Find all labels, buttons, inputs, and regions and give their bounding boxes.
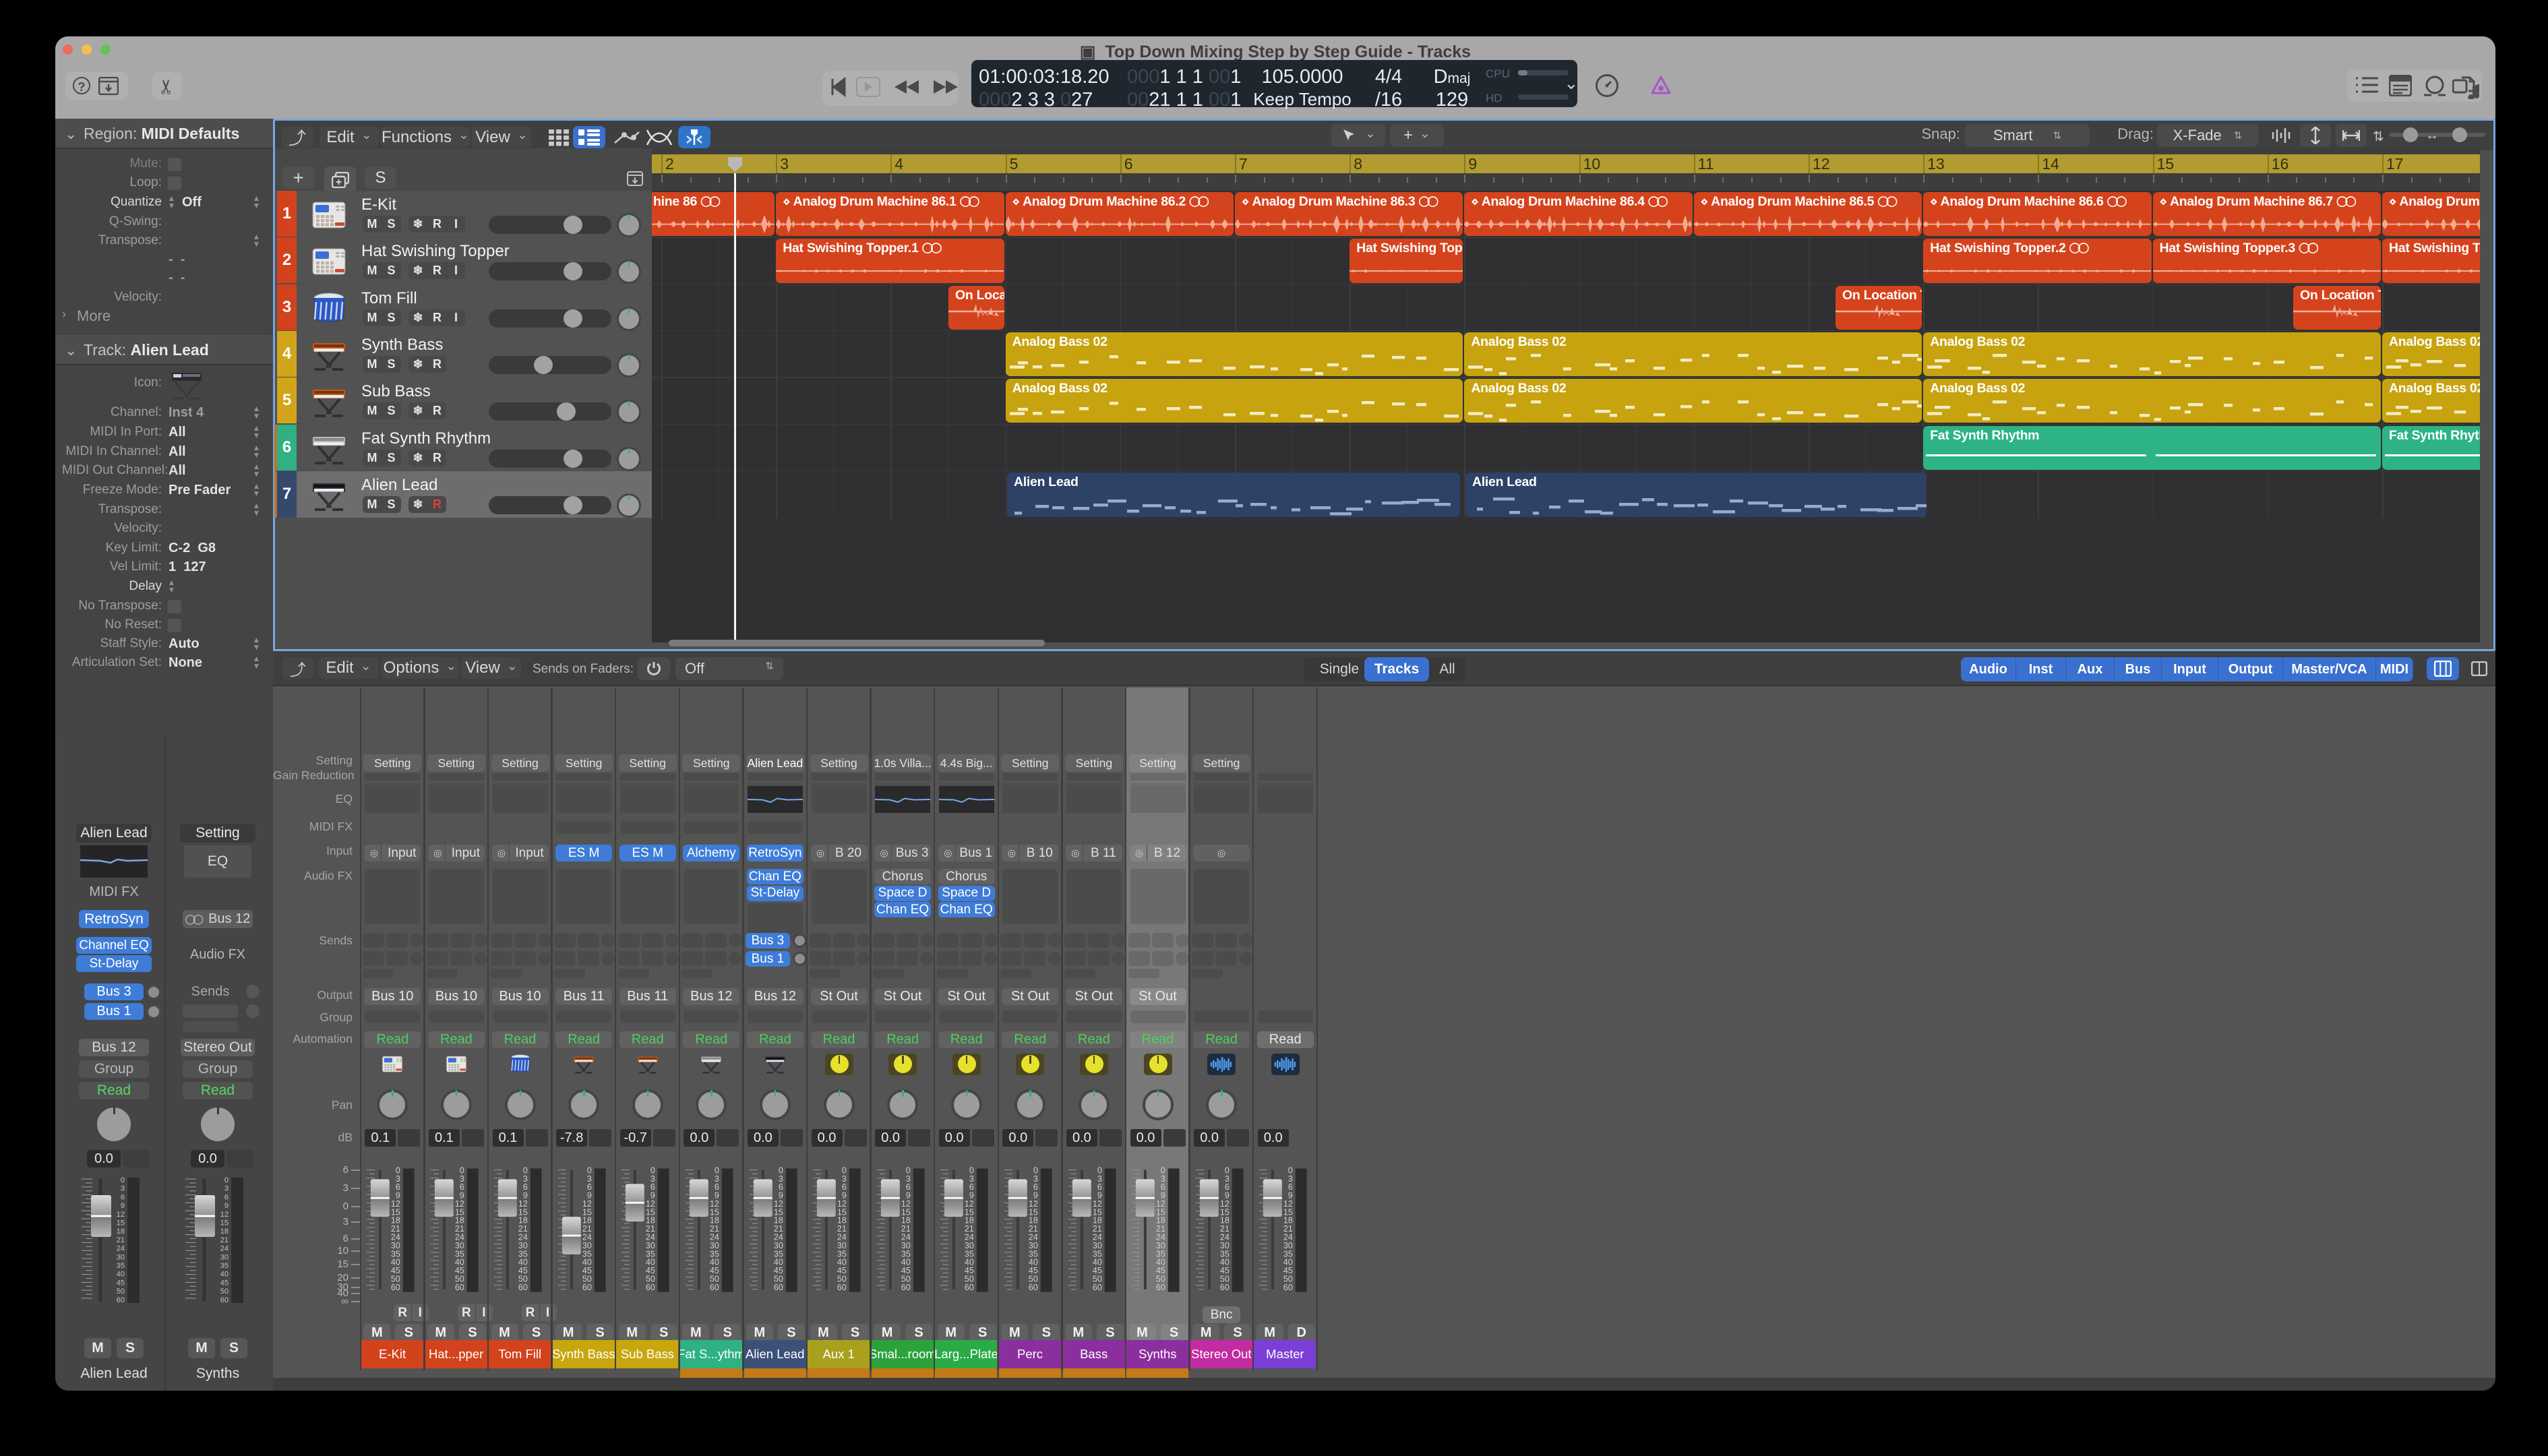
svg-text:15: 15 xyxy=(220,1219,229,1227)
svg-text:35: 35 xyxy=(117,1262,125,1270)
svg-text:18: 18 xyxy=(220,1227,229,1236)
svg-text:9: 9 xyxy=(224,1202,229,1210)
svg-text:60: 60 xyxy=(1283,1283,1293,1292)
svg-text:21: 21 xyxy=(220,1236,229,1244)
svg-text:45: 45 xyxy=(220,1279,229,1287)
svg-text:60: 60 xyxy=(965,1283,974,1292)
svg-text:60: 60 xyxy=(1220,1283,1230,1292)
svg-text:60: 60 xyxy=(518,1283,528,1292)
svg-text:60: 60 xyxy=(901,1283,911,1292)
svg-text:0: 0 xyxy=(224,1176,229,1184)
svg-text:60: 60 xyxy=(1093,1283,1102,1292)
svg-text:12: 12 xyxy=(117,1211,125,1219)
svg-text:60: 60 xyxy=(117,1296,125,1304)
svg-text:21: 21 xyxy=(117,1236,125,1244)
svg-text:18: 18 xyxy=(117,1227,125,1236)
svg-text:60: 60 xyxy=(1029,1283,1038,1292)
svg-text:3: 3 xyxy=(224,1185,229,1193)
svg-text:6: 6 xyxy=(121,1193,125,1201)
svg-text:60: 60 xyxy=(837,1283,847,1292)
svg-text:60: 60 xyxy=(391,1283,400,1292)
svg-text:50: 50 xyxy=(117,1287,125,1296)
svg-text:24: 24 xyxy=(117,1245,125,1253)
svg-text:40: 40 xyxy=(117,1271,125,1279)
svg-text:45: 45 xyxy=(117,1279,125,1287)
svg-text:35: 35 xyxy=(220,1262,229,1270)
svg-text:60: 60 xyxy=(710,1283,719,1292)
svg-text:30: 30 xyxy=(117,1253,125,1261)
svg-text:60: 60 xyxy=(582,1283,592,1292)
svg-text:60: 60 xyxy=(1156,1283,1165,1292)
svg-text:12: 12 xyxy=(220,1211,229,1219)
svg-text:50: 50 xyxy=(220,1287,229,1296)
svg-text:60: 60 xyxy=(774,1283,783,1292)
svg-text:30: 30 xyxy=(220,1253,229,1261)
svg-text:60: 60 xyxy=(220,1296,229,1304)
svg-text:3: 3 xyxy=(121,1185,125,1193)
svg-text:24: 24 xyxy=(220,1245,229,1253)
svg-text:15: 15 xyxy=(117,1219,125,1227)
svg-text:40: 40 xyxy=(220,1271,229,1279)
svg-text:60: 60 xyxy=(646,1283,655,1292)
svg-text:0: 0 xyxy=(121,1176,125,1184)
svg-text:9: 9 xyxy=(121,1202,125,1210)
svg-text:6: 6 xyxy=(224,1193,229,1201)
svg-text:60: 60 xyxy=(455,1283,464,1292)
